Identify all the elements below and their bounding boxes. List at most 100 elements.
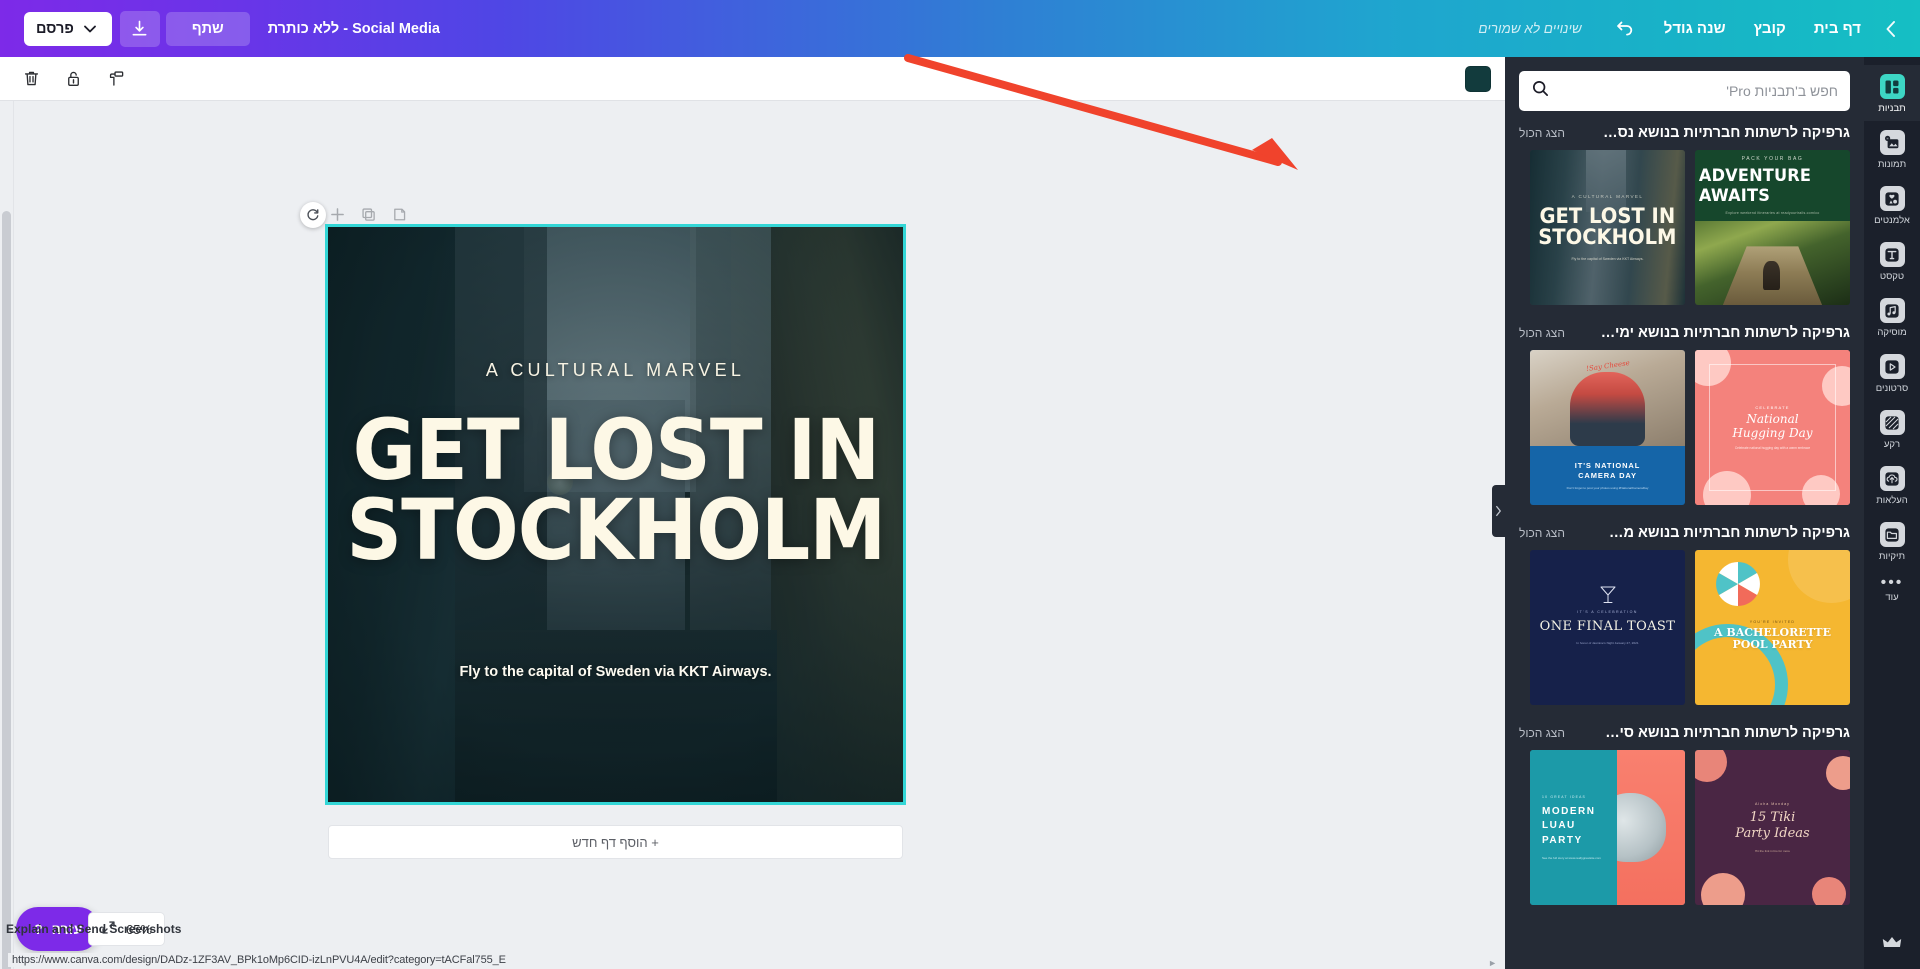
svg-text:∞: ∞: [1886, 136, 1889, 140]
template-kicker: 10 GREAT IDEAS: [1542, 794, 1586, 799]
nav-item-file[interactable]: קובץ: [1740, 12, 1800, 45]
see-all-link[interactable]: הצג הכול: [1519, 726, 1565, 740]
scroll-right-arrow-icon[interactable]: ►: [1488, 958, 1497, 968]
nav-item-resize[interactable]: שנה גודל: [1650, 12, 1740, 45]
sidebar-label-templates: תבניות: [1878, 103, 1906, 114]
template-card-adventure-awaits[interactable]: PACK YOUR BAG ADVENTURE AWAITS Explore w…: [1695, 150, 1850, 305]
template-card-one-final-toast[interactable]: IT'S A CELEBRATION ONE FINAL TOAST In ho…: [1530, 550, 1685, 705]
share-button[interactable]: שתף: [165, 11, 250, 46]
nav-item-home[interactable]: דף בית: [1800, 12, 1875, 45]
template-card-national-camera-day[interactable]: Say Cheese! IT'S NATIONAL CAMERA DAY Don…: [1530, 350, 1685, 505]
vertical-scroll-thumb[interactable]: [2, 211, 11, 969]
page-notes-icon[interactable]: [392, 207, 407, 227]
template-title: 15 Tiki Party Ideas: [1735, 810, 1809, 841]
template-title: A BACHELORETTE POOL PARTY: [1695, 626, 1850, 652]
search-input[interactable]: [1550, 83, 1838, 99]
sidebar-item-more[interactable]: ••• עוד: [1864, 569, 1920, 610]
see-all-link[interactable]: הצג הכול: [1519, 526, 1565, 540]
side-rail: תבניות ∞ תמונות אלמנטים טקסט מוסיקה סרטו…: [1864, 57, 1920, 969]
template-title-line-2: STOCKHOLM: [1538, 224, 1677, 249]
background-icon: [1879, 410, 1905, 435]
template-kicker: IT'S A CELEBRATION: [1577, 610, 1638, 614]
duplicate-page-icon[interactable]: [361, 207, 376, 227]
download-icon[interactable]: [119, 10, 160, 47]
see-all-link[interactable]: הצג הכול: [1519, 326, 1565, 340]
sidebar-item-uploads[interactable]: העלאות: [1864, 457, 1920, 513]
sidebar-label-background: רקע: [1883, 439, 1901, 450]
sidebar-item-elements[interactable]: אלמנטים: [1864, 177, 1920, 233]
add-new-page-button[interactable]: + הוסף דף חדש: [328, 825, 903, 859]
delete-icon[interactable]: [14, 63, 48, 95]
rotate-icon[interactable]: [300, 202, 326, 228]
undo-icon[interactable]: [1606, 12, 1644, 46]
see-all-link[interactable]: הצג הכול: [1519, 126, 1565, 140]
template-row: CELEBRATE National Hugging Day Celebrate…: [1519, 350, 1850, 505]
search-icon: [1531, 79, 1550, 103]
elements-icon: [1879, 186, 1905, 211]
template-kicker: CELEBRATE: [1755, 404, 1790, 410]
music-icon: [1879, 298, 1905, 323]
section-title: גרפיקה לרשתות חברתיות בנושא מסי...: [1600, 525, 1850, 541]
sidebar-item-text[interactable]: טקסט: [1864, 233, 1920, 289]
template-title-line-1: GET LOST IN: [1539, 203, 1676, 228]
design-eyebrow-text[interactable]: A CULTURAL MARVEL: [486, 360, 745, 381]
template-title-line-2: LUAU: [1542, 820, 1576, 832]
template-desc: Celebrate national hugging day with a wa…: [1734, 446, 1811, 451]
template-section: גרפיקה לרשתות חברתיות בנושא סיפים הצג הכ…: [1519, 719, 1850, 905]
search-box[interactable]: [1519, 71, 1850, 111]
sidebar-label-more: עוד: [1885, 592, 1899, 603]
template-title-line-2: Hugging Day: [1732, 425, 1813, 440]
sidebar-label-music: מוסיקה: [1877, 327, 1907, 338]
template-desc: Hit the link in bio for more: [1754, 849, 1791, 854]
panel-collapse-toggle[interactable]: [1492, 485, 1505, 537]
design-headline-line-1: GET LOST IN: [352, 401, 880, 499]
save-status-text: שינויים לא שמורים: [1478, 21, 1582, 36]
templates-panel: גרפיקה לרשתות חברתיות בנושא נסיע... הצג …: [1505, 57, 1864, 969]
canvas-area[interactable]: A CULTURAL MARVEL GET LOST IN STOCKHOLM …: [0, 101, 1505, 969]
panel-search-wrapper: [1505, 57, 1864, 119]
template-title: ONE FINAL TOAST: [1539, 619, 1676, 634]
section-title: גרפיקה לרשתות חברתיות בנושא סיפים: [1600, 725, 1850, 741]
background-color-swatch[interactable]: [1465, 65, 1491, 92]
add-page-icon[interactable]: [330, 207, 345, 227]
template-kicker: A CULTURAL MARVEL: [1571, 193, 1644, 199]
sidebar-item-pro[interactable]: [1864, 926, 1920, 969]
publish-button[interactable]: פרסם: [24, 11, 112, 46]
template-card-modern-luau-party[interactable]: 10 GREAT IDEAS MODERN LUAU PARTY See the…: [1530, 750, 1685, 905]
upload-icon: [1879, 466, 1905, 491]
crown-icon: [1882, 935, 1902, 955]
template-card-tiki-party-ideas[interactable]: Aloha Monday 15 Tiki Party Ideas Hit the…: [1695, 750, 1850, 905]
section-title: גרפיקה לרשתות חברתיות בנושא נסיע...: [1600, 125, 1850, 141]
section-header: גרפיקה לרשתות חברתיות בנושא מסי... הצג ה…: [1519, 519, 1850, 541]
design-page[interactable]: A CULTURAL MARVEL GET LOST IN STOCKHOLM …: [325, 224, 906, 805]
template-card-get-lost-in-stockholm[interactable]: A CULTURAL MARVEL GET LOST IN STOCKHOLM …: [1530, 150, 1685, 305]
sidebar-item-videos[interactable]: סרטונים: [1864, 345, 1920, 401]
template-title-line-1: National: [1746, 411, 1799, 426]
sidebar-item-folders[interactable]: תיקיות: [1864, 513, 1920, 569]
sidebar-item-photos[interactable]: ∞ תמונות: [1864, 121, 1920, 177]
section-title: גרפיקה לרשתות חברתיות בנושא ימים...: [1600, 325, 1850, 341]
sidebar-item-background[interactable]: רקע: [1864, 401, 1920, 457]
paint-roller-icon[interactable]: [98, 63, 132, 95]
template-section: גרפיקה לרשתות חברתיות בנושא ימים... הצג …: [1519, 319, 1850, 505]
vertical-scrollbar[interactable]: [0, 101, 14, 969]
design-subtitle-text[interactable]: Fly to the capital of Sweden via KKT Air…: [459, 664, 771, 680]
template-kicker: YOU'RE INVITED: [1749, 619, 1796, 624]
template-row: YOU'RE INVITED A BACHELORETTE POOL PARTY: [1519, 550, 1850, 705]
template-desc: Fly to the capital of Sweden via KKT Air…: [1571, 257, 1644, 262]
template-card-bachelorette-pool-party[interactable]: YOU'RE INVITED A BACHELORETTE POOL PARTY: [1695, 550, 1850, 705]
document-title[interactable]: Social Media - ללא כותרת: [256, 14, 452, 44]
nav-collapse-chevron-icon[interactable]: [1875, 20, 1906, 37]
template-section: גרפיקה לרשתות חברתיות בנושא נסיע... הצג …: [1519, 119, 1850, 305]
template-title-line-2: POOL PARTY: [1732, 638, 1813, 652]
sidebar-item-music[interactable]: מוסיקה: [1864, 289, 1920, 345]
publish-label: פרסם: [36, 20, 74, 37]
templates-scroll-area[interactable]: גרפיקה לרשתות חברתיות בנושא נסיע... הצג …: [1505, 119, 1864, 969]
design-headline-text[interactable]: GET LOST IN STOCKHOLM: [346, 401, 886, 572]
template-title-line-1: 15 Tiki: [1749, 809, 1796, 825]
template-title: ADVENTURE AWAITS: [1698, 166, 1812, 207]
sidebar-item-templates[interactable]: תבניות: [1864, 65, 1920, 121]
template-card-national-hugging-day[interactable]: CELEBRATE National Hugging Day Celebrate…: [1695, 350, 1850, 505]
section-header: גרפיקה לרשתות חברתיות בנושא סיפים הצג הכ…: [1519, 719, 1850, 741]
unlock-icon[interactable]: [56, 63, 90, 95]
